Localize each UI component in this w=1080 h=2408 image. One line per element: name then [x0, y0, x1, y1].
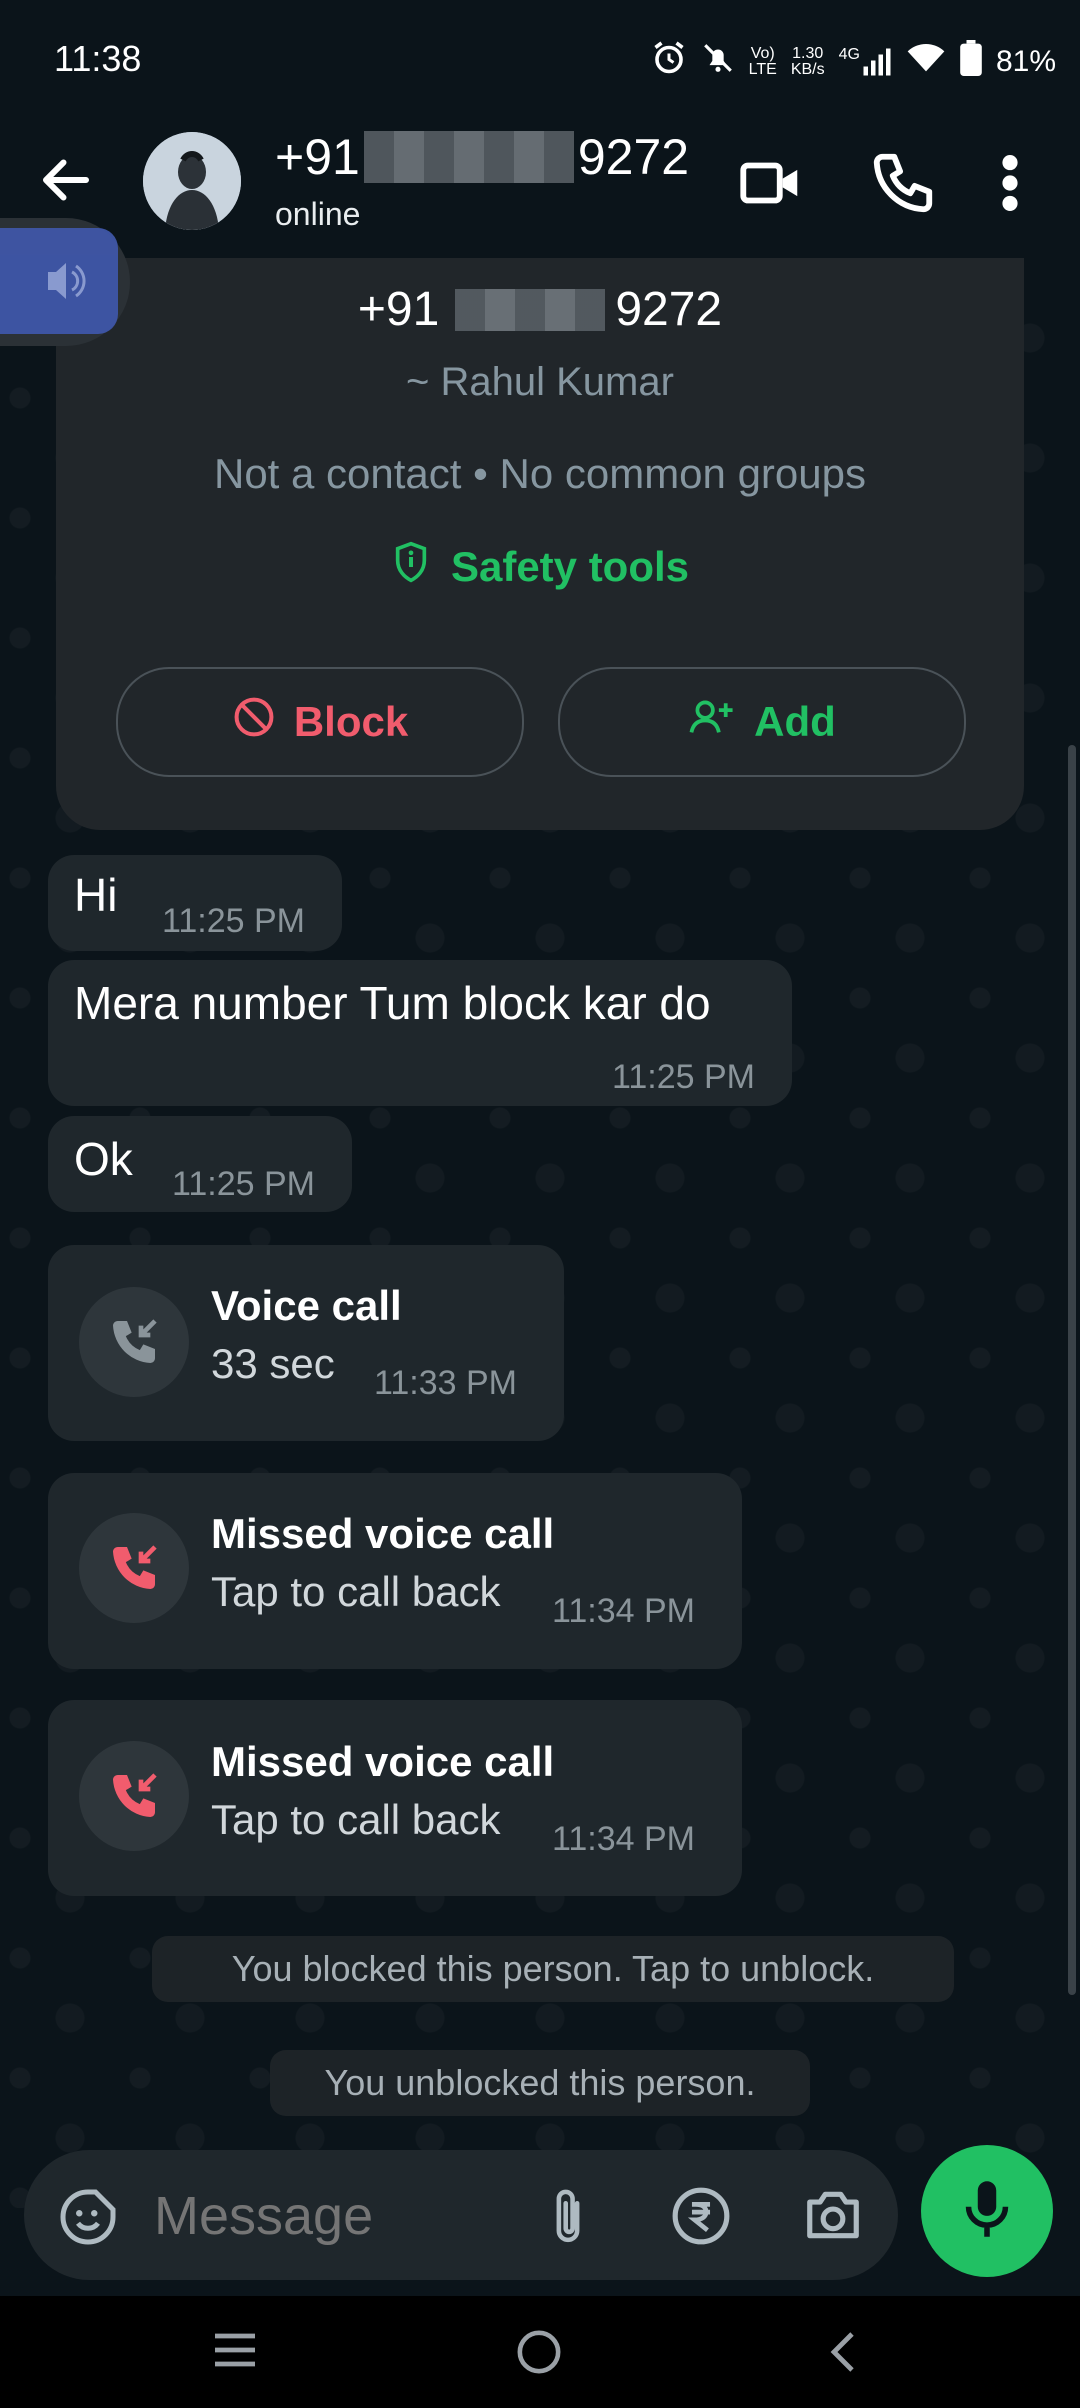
- back-arrow-icon[interactable]: [36, 150, 96, 210]
- card-number-prefix: +91: [357, 283, 440, 336]
- message-text: Mera number Tum block kar do: [74, 977, 711, 1029]
- message-text: Hi: [74, 869, 118, 921]
- home-icon[interactable]: [516, 2329, 562, 2380]
- call-subtitle: Tap to call back: [211, 1796, 501, 1843]
- avatar[interactable]: [143, 132, 241, 230]
- card-number-suffix: 9272: [615, 283, 723, 336]
- call-time: 11:34 PM: [552, 1592, 696, 1630]
- mic-icon: [962, 2179, 1012, 2244]
- call-time: 11:34 PM: [552, 1820, 696, 1858]
- card-info-text: Not a contact • No common groups: [213, 450, 866, 497]
- message-time: 11:25 PM: [172, 1165, 316, 1203]
- net-speed-unit: KB/s: [790, 61, 825, 78]
- camera-icon[interactable]: [802, 2186, 864, 2249]
- battery-icon: [960, 40, 982, 84]
- mic-button[interactable]: [921, 2145, 1053, 2277]
- status-time: 11:38: [54, 38, 142, 79]
- block-label: Block: [293, 698, 409, 745]
- more-options-icon[interactable]: [990, 148, 1030, 218]
- unblocked-system-message: You unblocked this person.: [270, 2050, 810, 2116]
- call-time: 11:33 PM: [374, 1364, 518, 1402]
- contact-name-prefix: +91: [275, 129, 360, 185]
- block-icon: [232, 695, 276, 749]
- add-person-icon: [688, 695, 736, 749]
- signal-icon: 4G: [839, 47, 892, 77]
- call-title: Voice call: [211, 1282, 402, 1329]
- scrollbar[interactable]: [1068, 745, 1076, 1995]
- add-label: Add: [754, 698, 836, 745]
- blocked-system-message[interactable]: You blocked this person. Tap to unblock.: [152, 1936, 954, 2002]
- payment-rupee-icon[interactable]: [670, 2185, 732, 2252]
- phone-call-icon[interactable]: [868, 148, 938, 218]
- status-icons: Vo) LTE 1.30 KB/s 4G 81%: [651, 40, 1056, 84]
- contact-status: online: [275, 196, 361, 232]
- add-contact-button[interactable]: Add: [558, 667, 966, 777]
- block-button[interactable]: Block: [116, 667, 524, 777]
- net-speed-value: 1.30: [792, 45, 824, 62]
- card-phone-number: +91 9272: [0, 282, 1080, 337]
- shield-icon: [391, 540, 431, 594]
- contact-name[interactable]: +91 9272: [275, 128, 689, 186]
- recents-icon[interactable]: [213, 2330, 257, 2375]
- message-time: 11:25 PM: [162, 902, 306, 940]
- speaker-icon[interactable]: [0, 228, 118, 334]
- attach-icon[interactable]: [540, 2185, 596, 2254]
- net-speed: 1.30 KB/s: [791, 46, 825, 78]
- safety-tools-link[interactable]: Safety tools: [0, 540, 1080, 594]
- incoming-call-icon: [79, 1287, 189, 1397]
- redacted-block: [455, 288, 606, 331]
- sticker-icon[interactable]: [58, 2187, 118, 2252]
- back-nav-icon[interactable]: [824, 2328, 860, 2381]
- video-call-icon[interactable]: [736, 148, 806, 218]
- alarm-icon: [651, 40, 687, 84]
- mute-bell-icon: [701, 41, 735, 83]
- lte-label: LTE: [748, 61, 777, 78]
- missed-call-icon: [79, 1513, 189, 1623]
- call-duration: 33 sec: [211, 1340, 335, 1387]
- wifi-icon: [906, 41, 946, 83]
- call-title: Missed voice call: [211, 1510, 555, 1557]
- card-display-name: ~ Rahul Kumar: [406, 360, 674, 404]
- call-title: Missed voice call: [211, 1738, 555, 1785]
- missed-call-icon: [79, 1741, 189, 1851]
- network-type: 4G: [838, 46, 860, 63]
- safety-tools-label: Safety tools: [450, 543, 690, 590]
- redacted-block: [363, 131, 574, 183]
- message-time: 11:25 PM: [612, 1058, 756, 1096]
- volte-label: Vo): [750, 45, 775, 62]
- contact-name-suffix: 9272: [577, 129, 690, 185]
- call-subtitle: Tap to call back: [211, 1568, 501, 1615]
- message-input[interactable]: [154, 2183, 534, 2249]
- message-text: Ok: [74, 1133, 133, 1185]
- battery-percent: 81%: [995, 45, 1056, 78]
- volte-indicator: Vo) LTE: [749, 46, 777, 78]
